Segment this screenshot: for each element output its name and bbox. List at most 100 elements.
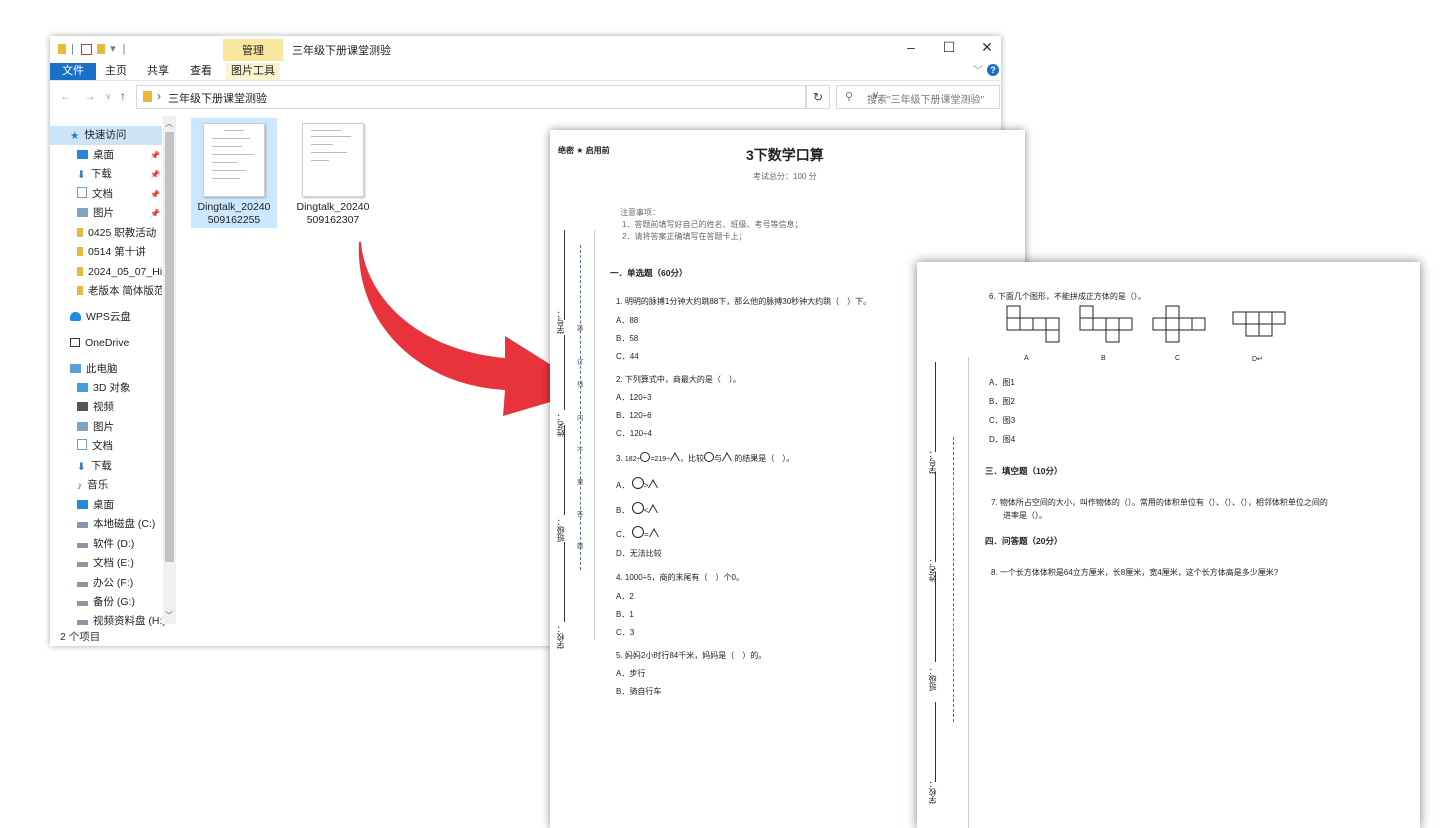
circle-shape-icon	[640, 452, 651, 462]
sidebar-item-drive-c[interactable]: 本地磁盘 (C:)	[50, 515, 162, 534]
binding-mark: 不	[577, 447, 584, 454]
sidebar-item-folder-0425[interactable]: 0425 职教活动	[50, 224, 162, 243]
minimize-button[interactable]: –	[896, 39, 926, 55]
pin-icon[interactable]: 📌	[150, 165, 160, 184]
margin-label-student-id: 学号：	[556, 310, 565, 334]
chevron-down-icon[interactable]: ﹀	[973, 62, 983, 77]
cube-net-figures	[1006, 305, 1286, 343]
q3-part4: 与	[714, 454, 723, 463]
drive-icon	[77, 582, 88, 587]
q1-option-a: A．88	[616, 316, 639, 325]
properties-icon[interactable]	[80, 43, 92, 55]
figure-label-b: B	[1101, 355, 1106, 362]
q4-option-c: C．3	[616, 628, 635, 637]
desktop-icon	[77, 500, 88, 509]
help-icon[interactable]: ?	[987, 64, 999, 76]
drive-icon	[77, 562, 88, 567]
sidebar-item-desktop[interactable]: 桌面 📌	[50, 146, 162, 165]
q3-part5: 的结果是（ ）。	[734, 454, 795, 463]
sidebar-item-downloads-pc[interactable]: ⬇ 下载	[50, 457, 162, 476]
tab-picture-tools[interactable]: 图片工具	[226, 63, 280, 80]
close-button[interactable]: ✕	[972, 39, 1002, 56]
exam-page-2: 学号： 姓名： 班级： 学校： 6. 下面几个图形，不能拼成正方体的是（）。 A…	[917, 262, 1420, 828]
question-3: 3. 182÷ =219÷ ，比较与 的结果是（ ）。	[616, 452, 794, 464]
file-item[interactable]: Dingtalk_20240 509162307	[290, 118, 376, 228]
folder-icon	[58, 44, 66, 55]
address-bar[interactable]: › 三年级下册课堂测验 ∨	[136, 85, 879, 109]
scrollbar-thumb[interactable]	[165, 132, 174, 562]
sidebar-item-downloads[interactable]: ⬇ 下载 📌	[50, 165, 162, 184]
sidebar-item-quick-access[interactable]: ★ 快速访问	[50, 126, 162, 145]
folder-icon	[77, 247, 83, 256]
q3-part2: =219÷	[650, 456, 671, 463]
sidebar-scrollbar[interactable]: ︿ ﹀	[163, 116, 176, 624]
question-7-line1: 7. 物体所占空间的大小，叫作物体的（）。常用的体积单位有（）、（）、（），相邻…	[991, 498, 1328, 507]
sidebar-item-folder-2024[interactable]: 2024_05_07_Hi	[50, 263, 162, 282]
onedrive-icon	[70, 338, 80, 347]
q6-option-b: B．图2	[989, 397, 1015, 406]
sidebar-item-folder-old-version[interactable]: 老版本 简体版范	[50, 282, 162, 301]
file-thumbnail	[203, 123, 265, 197]
circle-shape-icon	[632, 526, 645, 538]
sidebar-item-pictures-pc[interactable]: 图片	[50, 418, 162, 437]
breadcrumb[interactable]: 三年级下册课堂测验	[168, 90, 267, 106]
sidebar-item-3d-objects[interactable]: 3D 对象	[50, 379, 162, 398]
binding-mark: 线	[577, 381, 584, 388]
margin-label-school: 学校：	[928, 780, 937, 804]
up-icon[interactable]: ↑	[120, 89, 126, 103]
figure-label-d: D↵	[1252, 356, 1263, 363]
q3-option-a: A． >	[616, 477, 659, 491]
sidebar-item-documents[interactable]: 文档 📌	[50, 185, 162, 204]
scroll-up-icon[interactable]: ︿	[165, 118, 173, 129]
secret-mark: 绝密 ★ 启用前	[558, 146, 610, 155]
q3-option-c: C． =	[616, 526, 659, 540]
back-icon[interactable]: ←	[60, 89, 72, 103]
pin-icon[interactable]: 📌	[150, 146, 160, 165]
tab-file[interactable]: 文件	[50, 63, 96, 80]
pin-icon[interactable]: 📌	[150, 204, 160, 223]
manage-tab[interactable]: 管理	[223, 39, 283, 61]
document-icon	[77, 439, 87, 450]
chevron-right-icon[interactable]: ›	[157, 89, 161, 103]
refresh-button[interactable]: ↻	[806, 85, 830, 109]
maximize-button[interactable]: ☐	[934, 39, 964, 56]
pin-icon[interactable]: 📌	[150, 185, 160, 204]
file-item[interactable]: Dingtalk_20240 509162255	[191, 118, 277, 228]
sidebar-item-documents-pc[interactable]: 文档	[50, 437, 162, 456]
sidebar-item-wps-cloud[interactable]: WPS云盘	[50, 308, 162, 327]
sidebar-item-this-pc[interactable]: 此电脑	[50, 360, 162, 379]
sidebar-item-drive-g[interactable]: 备份 (G:)	[50, 593, 162, 612]
sidebar-item-onedrive[interactable]: OneDrive	[50, 334, 162, 353]
margin-label-name: 姓名：	[556, 413, 565, 437]
sidebar-item-drive-d[interactable]: 软件 (D:)	[50, 535, 162, 554]
recent-dropdown-icon[interactable]: ∨	[105, 91, 112, 102]
exam-total: 考试总分：100 分	[753, 172, 817, 181]
forward-icon[interactable]: →	[84, 89, 96, 103]
tab-view[interactable]: 查看	[185, 63, 217, 80]
tab-share[interactable]: 共享	[142, 63, 174, 80]
sidebar-item-drive-f[interactable]: 办公 (F:)	[50, 574, 162, 593]
new-folder-icon[interactable]	[97, 44, 106, 55]
margin-line	[935, 362, 936, 452]
q5-option-a: A．步行	[616, 669, 646, 678]
sidebar-item-music[interactable]: ♪ 音乐	[50, 476, 162, 495]
scroll-down-icon[interactable]: ﹀	[165, 610, 173, 621]
folder-icon	[77, 267, 83, 276]
search-placeholder: 搜索"三年级下册课堂测验"	[867, 95, 985, 106]
search-icon: ⚲	[845, 91, 854, 103]
quick-access-toolbar[interactable]: | ▾ |	[58, 42, 128, 55]
sidebar-item-pictures[interactable]: 图片 📌	[50, 204, 162, 223]
question-7-line2: 进率是（）。	[1003, 511, 1047, 520]
tab-home[interactable]: 主页	[100, 63, 132, 80]
sidebar-item-desktop-pc[interactable]: 桌面	[50, 496, 162, 515]
margin-label-class: 班级：	[928, 667, 937, 691]
title-bar: | ▾ | 管理 三年级下册课堂测验 – ☐ ✕	[50, 36, 1001, 62]
margin-line	[564, 542, 565, 622]
triangle-shape-icon	[648, 479, 659, 488]
q4-option-b: B．1	[616, 610, 634, 619]
sidebar-item-folder-0514[interactable]: 0514 第十讲	[50, 243, 162, 262]
search-input[interactable]: ⚲ 搜索"三年级下册课堂测验"	[836, 85, 1000, 109]
address-row: ← → ∨ ↑ › 三年级下册课堂测验 ∨ ↻ ⚲ 搜索"三年级下册课堂测验"	[50, 82, 1001, 112]
sidebar-item-videos[interactable]: 视频	[50, 398, 162, 417]
sidebar-item-drive-e[interactable]: 文档 (E:)	[50, 554, 162, 573]
